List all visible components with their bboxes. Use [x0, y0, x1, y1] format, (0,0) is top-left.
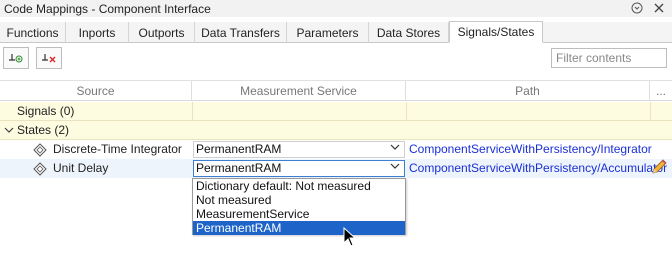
tab-inports[interactable]: Inports	[66, 22, 129, 43]
tab-signals-states[interactable]: Signals/States	[449, 21, 543, 43]
table-row[interactable]: Discrete-Time Integrator PermanentRAM Co…	[0, 140, 672, 159]
column-header-source[interactable]: Source	[0, 81, 192, 101]
add-signal-icon	[7, 50, 25, 67]
dropdown-option[interactable]: MeasurementService	[193, 207, 405, 221]
measurement-dropdown-list: Dictionary default: Not measured Not mea…	[192, 178, 406, 235]
filter-input[interactable]: Filter contents	[551, 48, 667, 68]
path-link[interactable]: ComponentServiceWithPersistency/Integrat…	[409, 140, 652, 159]
help-circle-icon[interactable]	[630, 1, 644, 15]
dropdown-option[interactable]: Not measured	[193, 193, 405, 207]
chevron-down-icon[interactable]	[4, 125, 14, 138]
measurement-service-select[interactable]: PermanentRAM	[193, 141, 405, 158]
group-row-states[interactable]: States (2)	[0, 121, 672, 140]
group-label: States (2)	[17, 123, 70, 137]
tab-data-transfers[interactable]: Data Transfers	[195, 22, 287, 43]
group-label: Signals (0)	[17, 104, 75, 118]
dropdown-option[interactable]: Dictionary default: Not measured	[193, 179, 405, 193]
pencil-icon[interactable]	[650, 158, 668, 176]
remove-signal-icon	[40, 50, 58, 67]
dropdown-option-selected[interactable]: PermanentRAM	[193, 221, 405, 235]
chevron-down-icon[interactable]	[390, 161, 400, 176]
remove-signal-button[interactable]	[36, 47, 62, 69]
source-cell: Discrete-Time Integrator	[31, 140, 192, 159]
group-row-signals[interactable]: Signals (0)	[0, 102, 672, 121]
select-value: PermanentRAM	[196, 161, 282, 175]
column-header-path[interactable]: Path	[406, 81, 650, 101]
measurement-service-select[interactable]: PermanentRAM	[193, 160, 405, 177]
chevron-down-icon[interactable]	[390, 142, 400, 157]
tab-functions[interactable]: Functions	[0, 22, 66, 43]
tab-bar: Functions Inports Outports Data Transfer…	[0, 21, 672, 43]
block-diamond-icon	[33, 143, 47, 157]
source-name: Discrete-Time Integrator	[53, 142, 182, 156]
tab-outports[interactable]: Outports	[129, 22, 195, 43]
table-header: Source Measurement Service Path ...	[0, 80, 672, 101]
source-name: Unit Delay	[53, 161, 109, 175]
select-value: PermanentRAM	[196, 142, 282, 156]
add-signal-button[interactable]	[3, 47, 29, 69]
block-diamond-icon	[33, 162, 47, 176]
mouse-pointer-icon	[343, 226, 357, 247]
title-bar: Code Mappings - Component Interface	[0, 0, 672, 17]
close-icon[interactable]	[652, 1, 666, 15]
column-options-button[interactable]: ...	[650, 81, 672, 101]
window-title: Code Mappings - Component Interface	[4, 1, 211, 16]
tab-data-stores[interactable]: Data Stores	[369, 22, 449, 43]
path-link[interactable]: ComponentServiceWithPersistency/Accumula…	[409, 159, 667, 178]
table-row-selected[interactable]: Unit Delay PermanentRAM ComponentService…	[0, 159, 672, 178]
source-cell: Unit Delay	[31, 159, 192, 178]
column-header-measurement-service[interactable]: Measurement Service	[192, 81, 406, 101]
tab-parameters[interactable]: Parameters	[287, 22, 369, 43]
